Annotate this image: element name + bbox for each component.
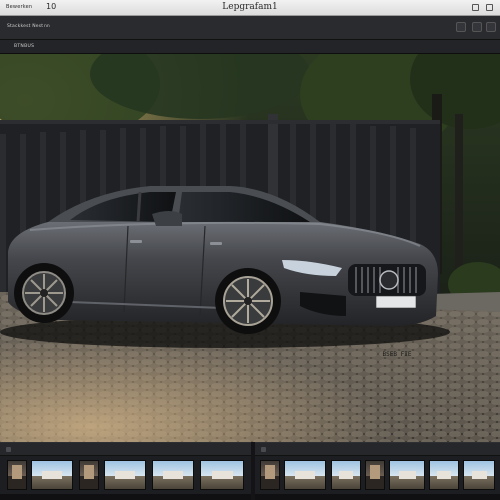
- thumbnail[interactable]: [389, 460, 425, 490]
- thumbnail[interactable]: [429, 460, 459, 490]
- panel-menu-icon[interactable]: [6, 447, 11, 452]
- filmstrip-footer: [255, 494, 500, 500]
- rear-wheel: [14, 263, 74, 323]
- thumbnail[interactable]: [331, 460, 361, 490]
- front-wheel: [215, 268, 281, 334]
- tool-button-1[interactable]: [456, 22, 466, 32]
- thumbnail[interactable]: [365, 460, 385, 490]
- thumbnail[interactable]: [7, 460, 27, 490]
- filmstrip-header: [0, 443, 251, 456]
- filmstrip-footer: [0, 494, 251, 500]
- panel-menu-icon[interactable]: [261, 447, 266, 452]
- options-bar: BTNBUS: [0, 40, 500, 54]
- tool-button-3[interactable]: [486, 22, 496, 32]
- car-photo: [0, 54, 500, 442]
- filmstrip: [0, 442, 500, 500]
- thumbnail[interactable]: [284, 460, 326, 490]
- window-title: Lepgrafam1: [222, 2, 278, 12]
- license-plate-text: BSEB FIE: [382, 351, 412, 358]
- thumbnail[interactable]: [200, 460, 244, 490]
- filmstrip-panel-right: [255, 442, 500, 500]
- mode-value[interactable]: nn: [44, 24, 50, 29]
- minimize-icon[interactable]: [472, 4, 479, 11]
- mode-label: Stackkest Nest: [7, 24, 44, 29]
- thumbnail[interactable]: [152, 460, 194, 490]
- tool-button-2[interactable]: [472, 22, 482, 32]
- thumbnail[interactable]: [104, 460, 146, 490]
- thumbnail[interactable]: [260, 460, 280, 490]
- filmstrip-header: [255, 443, 500, 456]
- main-toolbar: Stackkest Nest nn: [0, 16, 500, 40]
- thumbnail[interactable]: [79, 460, 99, 490]
- thumbnail[interactable]: [31, 460, 73, 490]
- options-label: BTNBUS: [14, 44, 35, 49]
- close-icon[interactable]: [486, 4, 493, 11]
- filmstrip-panel-left: [0, 442, 251, 500]
- window-titlebar: Bewerken 10 Lepgrafam1: [0, 0, 500, 16]
- thumbnail[interactable]: [463, 460, 495, 490]
- photo-viewport[interactable]: BSEB FIE: [0, 54, 500, 442]
